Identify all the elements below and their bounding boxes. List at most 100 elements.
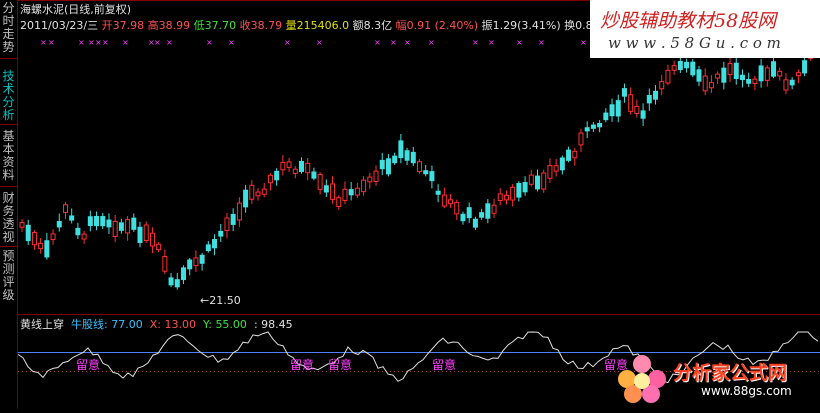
candle-body bbox=[715, 73, 721, 79]
candle-body bbox=[448, 199, 454, 205]
candle-body bbox=[466, 207, 472, 219]
ohlc-info-line: 2011/03/23/三 开37.98 高38.99 低37.70 收38.79… bbox=[20, 19, 600, 33]
signal-marker: × bbox=[122, 38, 129, 47]
candle-body bbox=[628, 94, 634, 112]
tab-intraday[interactable]: 分时走势 bbox=[0, 2, 17, 54]
candle-body bbox=[516, 182, 522, 198]
candle-body bbox=[417, 161, 422, 173]
candle-body bbox=[746, 78, 752, 84]
watermark-58gu: 炒股辅助教材58股网 w w w . 5 8 G u . c o m bbox=[590, 0, 820, 58]
signal-marker: × bbox=[40, 38, 47, 47]
candle-body bbox=[342, 188, 348, 202]
signal-marker: × bbox=[206, 38, 213, 47]
amplitude-label: 振 bbox=[481, 19, 493, 32]
candle-body bbox=[106, 219, 112, 228]
candle-body bbox=[553, 165, 559, 172]
candle-body bbox=[75, 227, 81, 236]
y-label: Y: bbox=[202, 318, 212, 331]
candle-body bbox=[590, 124, 596, 129]
candle-body bbox=[317, 173, 323, 190]
candle-body bbox=[361, 179, 367, 193]
signal-marker: × bbox=[390, 38, 397, 47]
volume-label: 量 bbox=[285, 19, 297, 32]
candle-body bbox=[621, 88, 627, 97]
candle-body bbox=[665, 69, 671, 84]
candle-body bbox=[224, 217, 230, 231]
candle-body bbox=[783, 79, 789, 91]
signal-marker: × bbox=[404, 38, 411, 47]
candle-body bbox=[298, 160, 304, 173]
candle-body bbox=[410, 151, 416, 164]
candle-body bbox=[31, 232, 37, 246]
candle-body bbox=[137, 226, 143, 243]
candle-body bbox=[659, 81, 665, 90]
niugu-line-value: 77.00 bbox=[111, 318, 143, 331]
candle-body bbox=[646, 94, 652, 104]
candle-body bbox=[609, 104, 615, 117]
candlestick-series bbox=[19, 47, 814, 290]
candle-body bbox=[460, 213, 466, 222]
y-value: 55.00 bbox=[215, 318, 247, 331]
candle-body bbox=[454, 202, 460, 215]
candle-body bbox=[373, 170, 379, 183]
candle-body bbox=[379, 159, 385, 170]
candle-body bbox=[230, 213, 236, 225]
candle-body bbox=[777, 70, 783, 77]
signal-marker: × bbox=[95, 38, 102, 47]
candle-body bbox=[187, 259, 193, 270]
tab-divider bbox=[0, 58, 17, 59]
candle-body bbox=[44, 240, 50, 258]
candle-body bbox=[435, 190, 441, 195]
candle-body bbox=[708, 82, 714, 89]
watermark-url: w w w . 5 8 G u . c o m bbox=[608, 34, 781, 52]
candle-body bbox=[429, 171, 435, 182]
candle-body bbox=[503, 194, 509, 201]
candle-body bbox=[677, 60, 683, 71]
watch-signal-label: 留意 bbox=[76, 357, 100, 372]
flower-logo-icon bbox=[618, 355, 666, 403]
signal-marker: × bbox=[316, 38, 323, 47]
tab-divider bbox=[0, 124, 17, 125]
signal-marker: × bbox=[428, 38, 435, 47]
signal-marker: × bbox=[48, 38, 55, 47]
signal-marker: × bbox=[284, 38, 291, 47]
candle-body bbox=[572, 150, 578, 159]
tab-financial[interactable]: 财务透视 bbox=[0, 192, 17, 244]
watermark-title: 炒股辅助教材58股网 bbox=[600, 10, 777, 32]
close-label: 收 bbox=[239, 19, 251, 32]
candle-body bbox=[162, 256, 168, 272]
candle-body bbox=[771, 61, 777, 77]
candle-body bbox=[50, 233, 56, 241]
signal-marker: × bbox=[102, 38, 109, 47]
candle-body bbox=[758, 65, 764, 82]
volume-value: 215406.0 bbox=[296, 19, 350, 32]
candle-body bbox=[597, 122, 603, 128]
candle-body bbox=[634, 105, 640, 115]
tab-forecast-rating[interactable]: 预测评级 bbox=[0, 250, 17, 302]
candle-body bbox=[764, 67, 770, 81]
candle-body bbox=[522, 182, 528, 193]
candle-body bbox=[789, 79, 795, 86]
candle-body bbox=[690, 61, 696, 76]
signal-marker: × bbox=[88, 38, 95, 47]
candle-body bbox=[479, 212, 485, 218]
candle-body bbox=[510, 186, 516, 201]
indicator-info-line: 黄线上穿 牛股线: 77.00 X: 13.00 Y: 55.00 : 98.4… bbox=[20, 318, 293, 332]
vertical-tab-bar: 分时走势 技术分析 基本资料 财务透视 预测评级 bbox=[0, 0, 18, 409]
tab-technical-analysis[interactable]: 技术分析 bbox=[0, 70, 17, 122]
candle-body bbox=[311, 171, 317, 179]
candle-body bbox=[541, 172, 547, 190]
candle-body bbox=[721, 67, 727, 83]
candle-body bbox=[149, 232, 155, 247]
candle-body bbox=[286, 161, 292, 168]
candle-body bbox=[274, 170, 280, 181]
candle-body bbox=[19, 222, 25, 228]
candle-body bbox=[292, 168, 298, 174]
candle-body bbox=[280, 162, 286, 171]
candle-body bbox=[38, 242, 44, 250]
close-value: 38.79 bbox=[250, 19, 283, 32]
tab-basic-info[interactable]: 基本资料 bbox=[0, 130, 17, 182]
candle-body bbox=[739, 74, 745, 81]
candle-body bbox=[398, 140, 404, 159]
tab-divider bbox=[0, 246, 17, 247]
